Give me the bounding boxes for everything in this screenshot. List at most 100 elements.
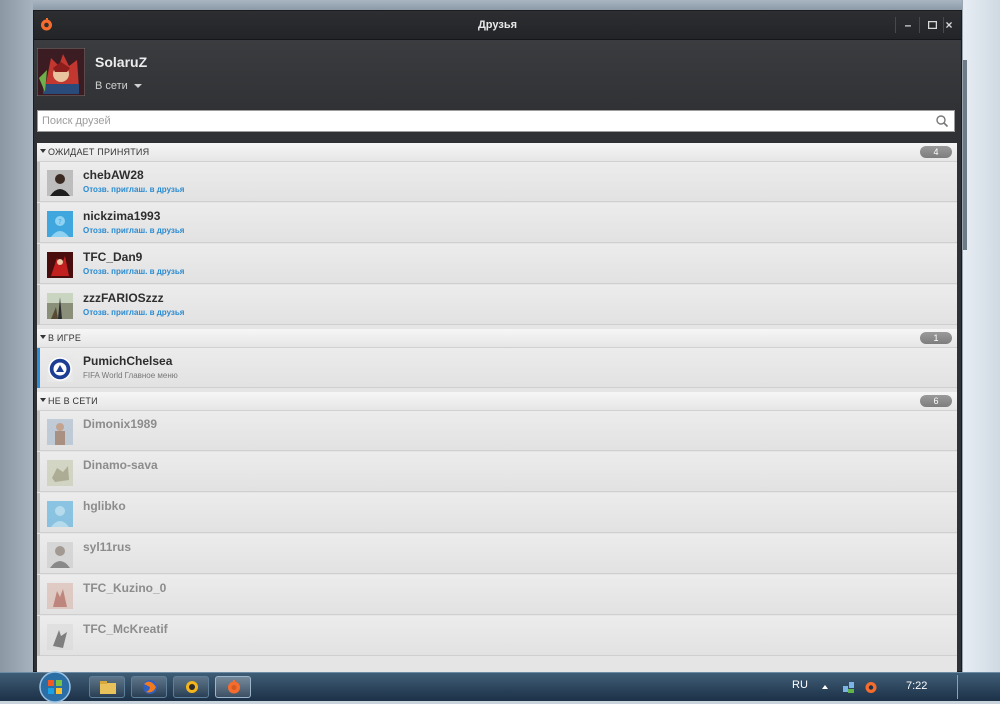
friend-row[interactable]: TFC_Kuzino_0 [37, 575, 957, 615]
origin-tray-icon[interactable] [864, 680, 878, 694]
friend-row[interactable]: hglibko [37, 493, 957, 533]
desktop-background-strip [0, 0, 1000, 10]
friend-name: TFC_Dan9 [83, 250, 143, 264]
minimize-button[interactable]: – [897, 15, 919, 35]
group-header-in-game[interactable]: В ИГРЕ 1 [37, 329, 957, 348]
friend-row[interactable]: Dinamo-sava [37, 452, 957, 492]
in-game-indicator [37, 348, 40, 388]
caret-down-icon [40, 149, 46, 153]
friend-row[interactable]: TFC_McKreatif [37, 616, 957, 656]
friend-avatar [47, 252, 73, 278]
friend-name: syl11rus [83, 540, 132, 554]
count-badge: 6 [920, 395, 952, 407]
clock[interactable]: 7:22 [906, 680, 927, 692]
friend-avatar [47, 583, 73, 609]
row-stripe [37, 575, 40, 615]
friend-row[interactable]: syl11rus [37, 534, 957, 574]
chelsea-badge-avatar [47, 356, 73, 382]
origin-icon [228, 680, 240, 694]
taskbar: RU 7:22 [0, 670, 1000, 704]
user-avatar[interactable] [37, 48, 85, 96]
caret-down-icon [40, 335, 46, 339]
friend-row[interactable]: PumichChelsea FIFA World Главное меню [37, 348, 957, 388]
titlebar-separator [919, 17, 920, 33]
group-label: ОЖИДАЕТ ПРИНЯТИЯ [48, 147, 150, 157]
friend-row[interactable]: Dimonix1989 [37, 411, 957, 451]
friend-avatar [47, 542, 73, 568]
friend-row[interactable]: chebAW28 Отозв. приглаш. в друзья [37, 162, 957, 202]
app-icon [186, 681, 198, 693]
profile-panel: SolaruZ В сети [34, 40, 961, 108]
friend-avatar [47, 170, 73, 196]
firefox-icon [143, 680, 157, 694]
count-badge: 1 [920, 332, 952, 344]
search-input[interactable] [42, 113, 922, 129]
friend-invite-status[interactable]: Отозв. приглаш. в друзья [83, 308, 184, 317]
friend-name: Dinamo-sava [83, 458, 158, 472]
folder-icon [100, 681, 116, 694]
friend-invite-status[interactable]: Отозв. приглаш. в друзья [83, 267, 184, 276]
row-stripe [37, 203, 40, 243]
row-stripe [37, 411, 40, 451]
network-icon[interactable] [842, 680, 856, 694]
taskbar-origin-button[interactable] [215, 676, 251, 698]
friend-name: TFC_Kuzino_0 [83, 581, 167, 595]
friend-avatar [47, 460, 73, 486]
row-stripe [37, 244, 40, 284]
count-badge: 4 [920, 146, 952, 158]
default-avatar-icon: ? [47, 211, 73, 237]
default-avatar-icon [47, 501, 73, 527]
row-stripe [37, 162, 40, 202]
desktop-background-left [0, 0, 33, 672]
friend-name: nickzima1993 [83, 209, 161, 223]
friend-name: zzzFARIOSzzz [83, 291, 164, 305]
maximize-icon [927, 20, 937, 30]
caret-down-icon [40, 398, 46, 402]
friend-name: hglibko [83, 499, 126, 513]
show-desktop-button[interactable] [957, 675, 968, 699]
group-header-pending[interactable]: ОЖИДАЕТ ПРИНЯТИЯ 4 [37, 143, 957, 162]
taskbar-explorer-button[interactable] [89, 676, 125, 698]
friends-list: ОЖИДАЕТ ПРИНЯТИЯ 4 chebAW28 Отозв. пригл… [37, 143, 957, 673]
close-button[interactable]: × [938, 15, 960, 35]
friend-avatar [47, 419, 73, 445]
friend-name: chebAW28 [83, 168, 144, 182]
background-scrollbar [963, 60, 967, 250]
group-label: НЕ В СЕТИ [48, 396, 98, 406]
group-label: В ИГРЕ [48, 333, 82, 343]
friend-row[interactable]: ? nickzima1993 Отозв. приглаш. в друзья [37, 203, 957, 243]
group-header-offline[interactable]: НЕ В СЕТИ 6 [37, 392, 957, 411]
title-bar[interactable]: Друзья – × [34, 11, 961, 40]
friend-name: Dimonix1989 [83, 417, 158, 431]
friend-name: PumichChelsea [83, 354, 173, 368]
background-window-edge [962, 0, 1000, 672]
row-stripe [37, 493, 40, 533]
friend-row[interactable]: zzzFARIOSzzz Отозв. приглаш. в друзья [37, 285, 957, 325]
svg-text:?: ? [58, 218, 62, 226]
chevron-down-icon [133, 84, 142, 89]
status-label: В сети [95, 80, 128, 92]
search-box[interactable] [37, 110, 955, 132]
search-icon[interactable] [935, 114, 949, 128]
username: SolaruZ [95, 54, 148, 70]
show-hidden-icons-icon[interactable] [822, 685, 828, 689]
friend-row[interactable]: TFC_Dan9 Отозв. приглаш. в друзья [37, 244, 957, 284]
friends-window: Друзья – × SolaruZ В сети Поиск друзей О… [33, 10, 962, 673]
window-title: Друзья [477, 19, 518, 31]
row-stripe [37, 616, 40, 656]
start-button-icon[interactable] [38, 670, 72, 704]
taskbar-app-button[interactable] [173, 676, 209, 698]
row-stripe [37, 452, 40, 492]
titlebar-separator [895, 17, 896, 33]
status-dropdown[interactable]: В сети [95, 80, 142, 92]
friend-name: TFC_McKreatif [83, 622, 168, 636]
taskbar-firefox-button[interactable] [131, 676, 167, 698]
friend-game-status: FIFA World Главное меню [83, 371, 178, 380]
friend-invite-status[interactable]: Отозв. приглаш. в друзья [83, 185, 184, 194]
friend-avatar [47, 624, 73, 650]
row-stripe [37, 534, 40, 574]
row-stripe [37, 285, 40, 325]
language-indicator[interactable]: RU [792, 679, 808, 691]
friend-invite-status[interactable]: Отозв. приглаш. в друзья [83, 226, 184, 235]
friend-avatar [47, 293, 73, 319]
